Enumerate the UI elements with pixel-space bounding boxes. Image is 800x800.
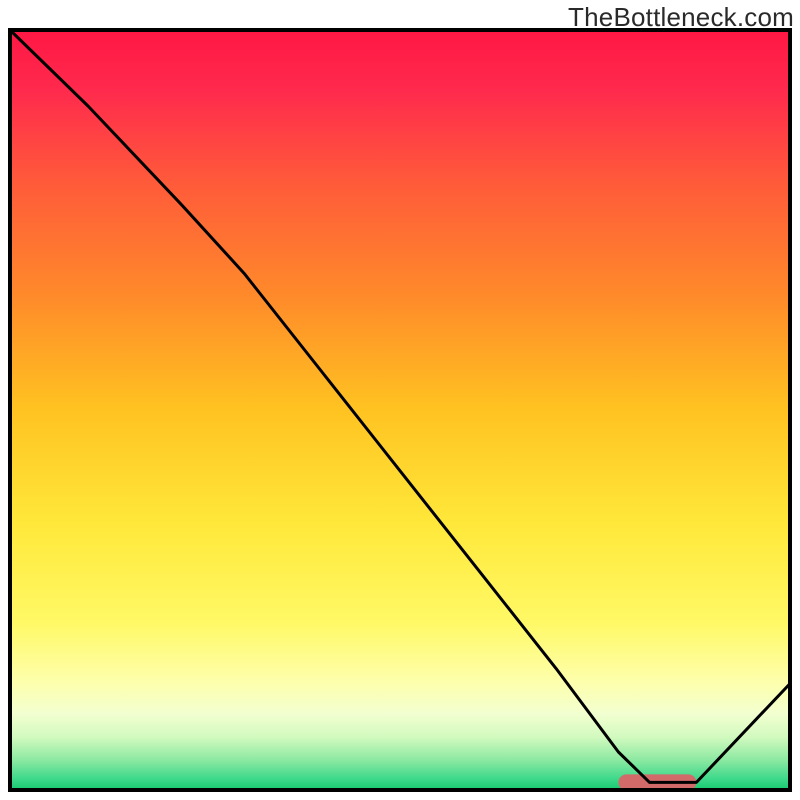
bottleneck-chart (0, 0, 800, 800)
chart-container: TheBottleneck.com (0, 0, 800, 800)
gradient-background (10, 30, 790, 790)
